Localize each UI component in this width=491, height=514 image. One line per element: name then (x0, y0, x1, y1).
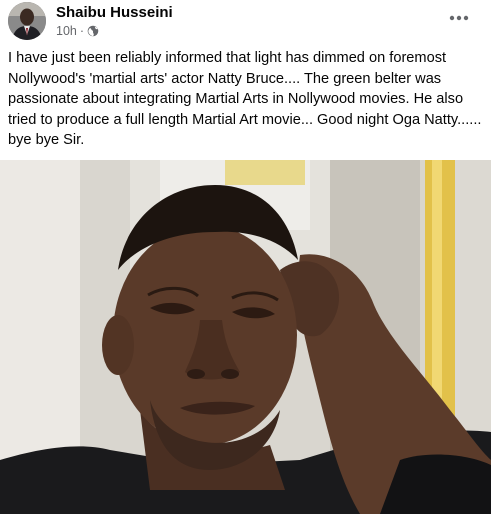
globe-icon[interactable] (87, 25, 99, 37)
post-text: I have just been reliably informed that … (8, 50, 482, 148)
post-photo[interactable] (0, 160, 491, 514)
post-time[interactable]: 10h (56, 24, 77, 38)
facebook-post: Shaibu Husseini 10h · I have just been r… (0, 0, 491, 514)
post-header: Shaibu Husseini 10h · (0, 0, 491, 42)
more-horizontal-icon (449, 15, 469, 21)
meta-separator: · (79, 24, 85, 38)
author-avatar[interactable] (8, 2, 46, 40)
more-options-button[interactable] (442, 4, 476, 32)
post-meta: 10h · (56, 23, 99, 39)
author-name[interactable]: Shaibu Husseini (56, 4, 173, 22)
